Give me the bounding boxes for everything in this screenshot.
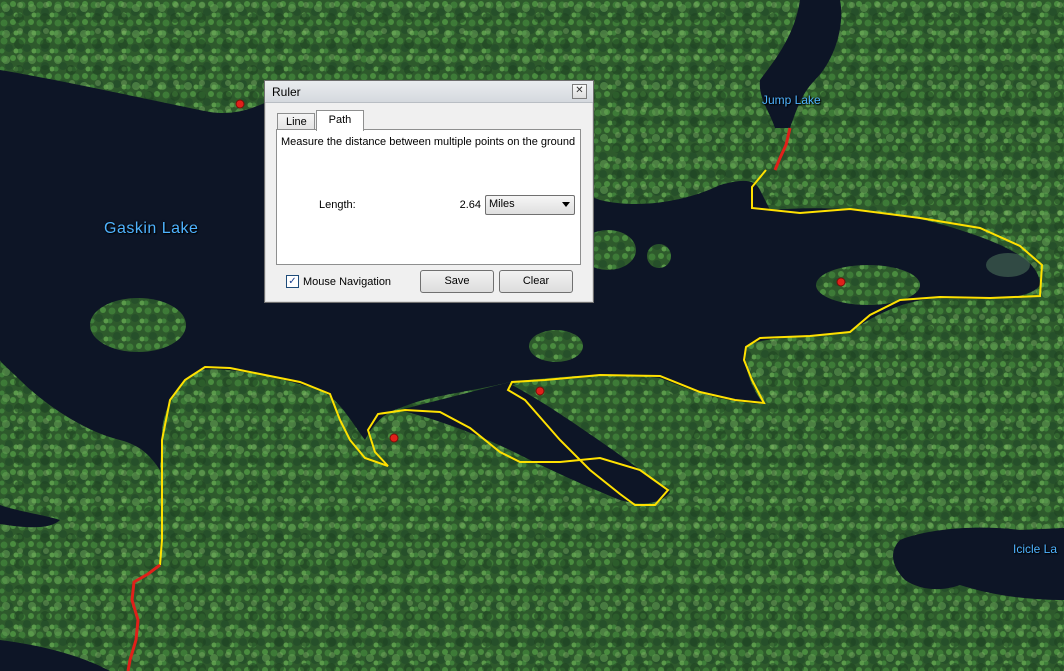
island [986, 253, 1030, 277]
dialog-titlebar[interactable]: Ruler ✕ [265, 81, 593, 103]
ruler-dialog: Ruler ✕ Line Path Measure the distance b… [264, 80, 594, 303]
length-value: 2.64 [459, 199, 481, 211]
placemark-dot[interactable] [235, 99, 245, 109]
mouse-navigation-checkbox[interactable]: ✓ [286, 275, 299, 288]
save-button[interactable]: Save [420, 270, 494, 293]
length-label: Length: [319, 199, 356, 211]
mouse-navigation-label[interactable]: Mouse Navigation [303, 276, 391, 288]
tab-path[interactable]: Path [316, 110, 364, 131]
placemark-dot[interactable] [836, 277, 846, 287]
jump-lake-label[interactable]: Jump Lake [762, 93, 821, 107]
path-tab-panel: Measure the distance between multiple po… [276, 129, 581, 265]
dialog-title: Ruler [272, 85, 301, 99]
icicle-lake-label[interactable]: Icicle La [1013, 542, 1057, 556]
units-dropdown[interactable]: Miles [485, 195, 575, 215]
tab-line[interactable]: Line [277, 113, 315, 130]
placemark-dot[interactable] [389, 433, 399, 443]
island [647, 244, 671, 268]
close-icon[interactable]: ✕ [572, 84, 587, 99]
gaskin-lake-label[interactable]: Gaskin Lake [104, 220, 198, 238]
units-selected: Miles [489, 198, 515, 210]
island [529, 330, 583, 362]
placemark-dot[interactable] [535, 386, 545, 396]
island [90, 298, 186, 352]
clear-button[interactable]: Clear [499, 270, 573, 293]
measure-description: Measure the distance between multiple po… [281, 136, 576, 148]
chevron-down-icon [562, 202, 570, 207]
